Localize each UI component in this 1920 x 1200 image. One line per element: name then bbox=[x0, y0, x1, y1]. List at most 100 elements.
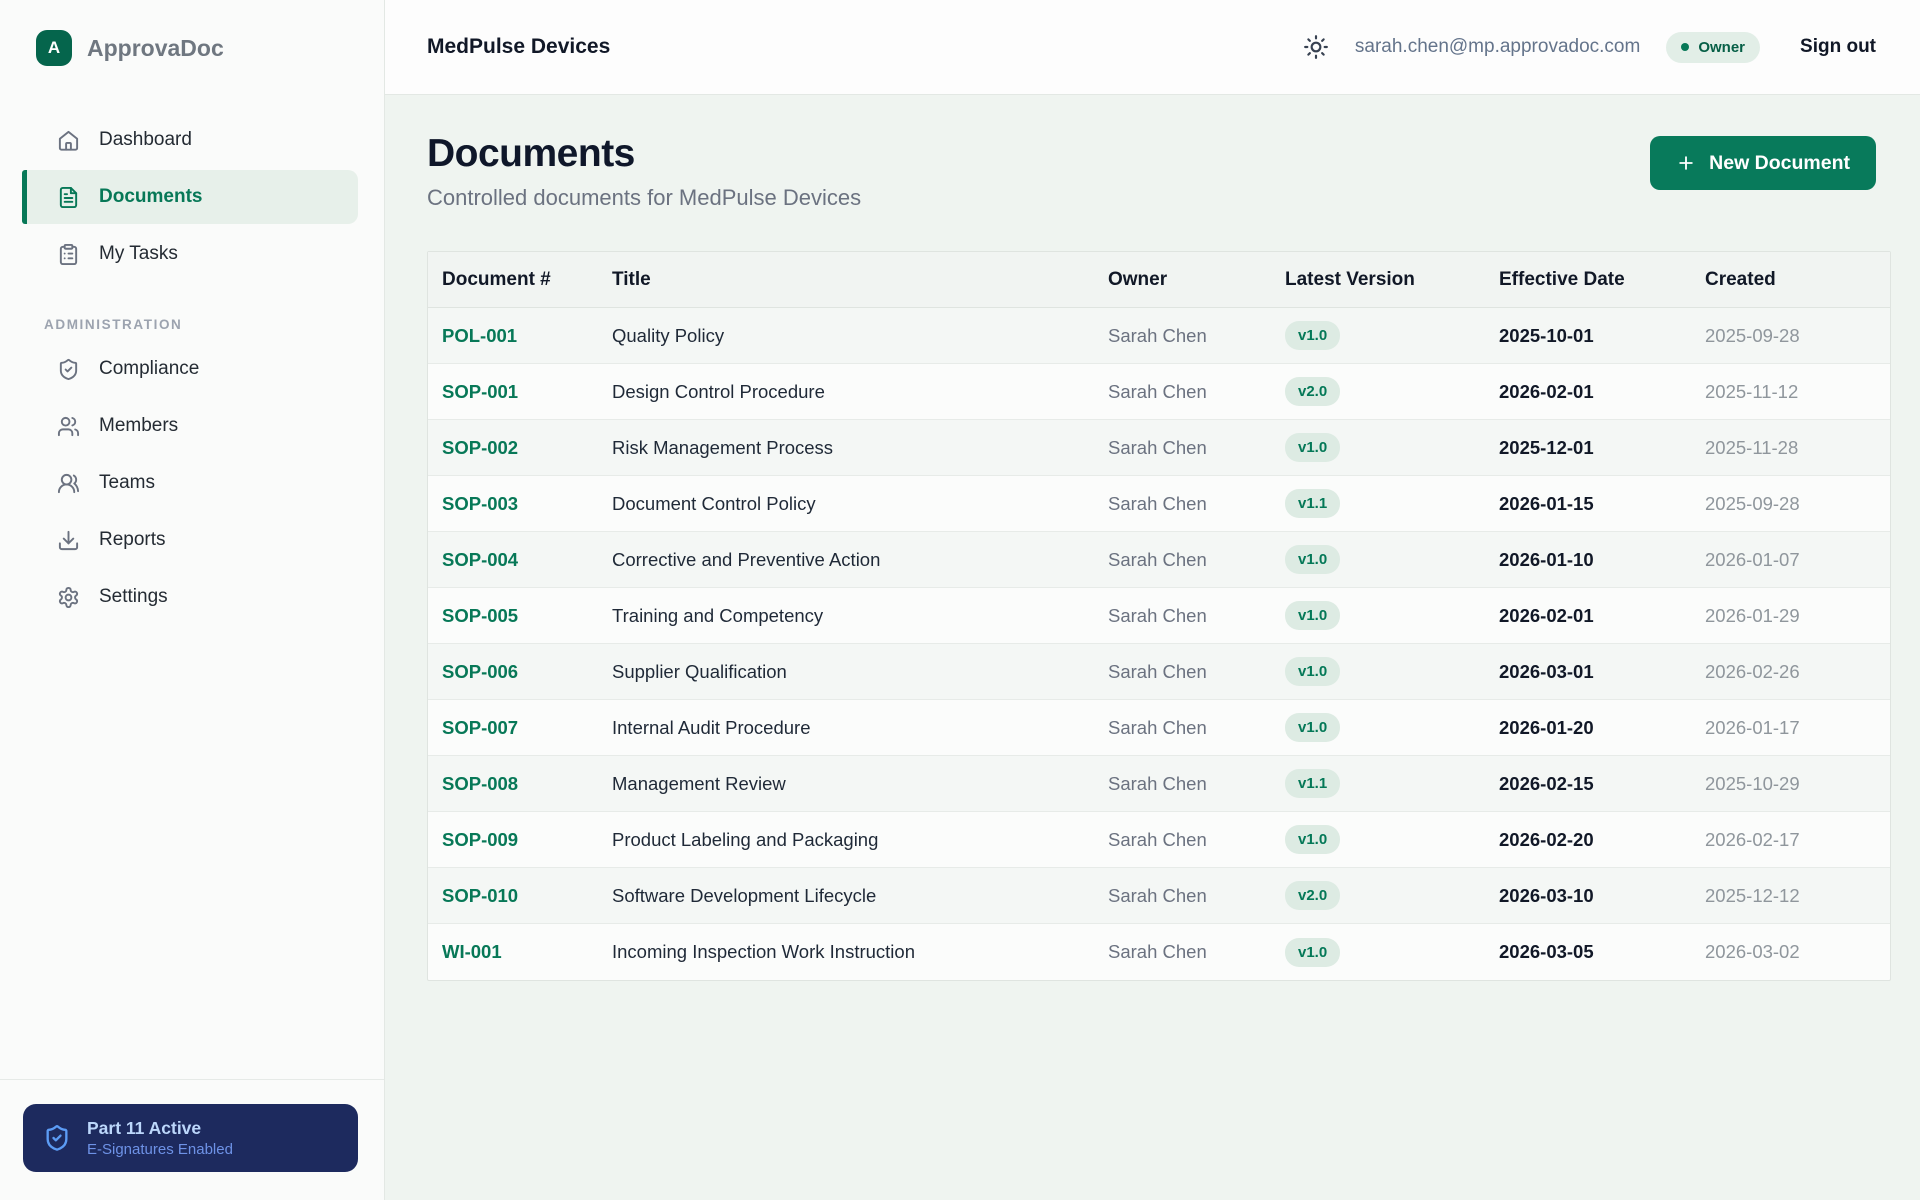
created-date: 2026-02-26 bbox=[1705, 661, 1878, 683]
part11-subtitle: E-Signatures Enabled bbox=[87, 1140, 233, 1160]
sidebar-item-dashboard[interactable]: Dashboard bbox=[22, 113, 358, 167]
document-number-link[interactable]: SOP-008 bbox=[428, 773, 612, 795]
role-badge: Owner bbox=[1666, 32, 1760, 63]
clipboard-icon bbox=[57, 243, 80, 266]
created-date: 2025-09-28 bbox=[1705, 325, 1878, 347]
document-owner: Sarah Chen bbox=[1108, 549, 1285, 571]
document-number-link[interactable]: POL-001 bbox=[428, 325, 612, 347]
table-row[interactable]: SOP-007 Internal Audit Procedure Sarah C… bbox=[428, 700, 1890, 756]
column-header-effective-date: Effective Date bbox=[1499, 269, 1705, 291]
table-row[interactable]: WI-001 Incoming Inspection Work Instruct… bbox=[428, 924, 1890, 980]
column-header-latest-version: Latest Version bbox=[1285, 269, 1499, 291]
sidebar-item-documents[interactable]: Documents bbox=[22, 170, 358, 224]
app-window: A ApprovaDoc Dashboard Documents My bbox=[0, 0, 1920, 1200]
effective-date: 2026-01-15 bbox=[1499, 493, 1705, 515]
table-row[interactable]: SOP-010 Software Development Lifecycle S… bbox=[428, 868, 1890, 924]
document-owner: Sarah Chen bbox=[1108, 605, 1285, 627]
sidebar-item-my-tasks[interactable]: My Tasks bbox=[22, 227, 358, 281]
effective-date: 2026-02-15 bbox=[1499, 773, 1705, 795]
table-row[interactable]: SOP-002 Risk Management Process Sarah Ch… bbox=[428, 420, 1890, 476]
topbar: MedPulse Devices sarah.chen@mp.approvado… bbox=[385, 0, 1920, 95]
document-title: Management Review bbox=[612, 773, 1108, 795]
role-dot-icon bbox=[1681, 43, 1689, 51]
theme-toggle-sun-icon[interactable] bbox=[1303, 34, 1329, 60]
page-title: Documents bbox=[427, 132, 861, 176]
table-row[interactable]: SOP-003 Document Control Policy Sarah Ch… bbox=[428, 476, 1890, 532]
role-badge-label: Owner bbox=[1698, 39, 1745, 56]
sidebar-nav: Dashboard Documents My Tasks ADMINISTRAT… bbox=[0, 92, 384, 627]
new-document-button[interactable]: New Document bbox=[1650, 136, 1876, 190]
effective-date: 2026-02-20 bbox=[1499, 829, 1705, 851]
column-header-created: Created bbox=[1705, 269, 1878, 291]
table-row[interactable]: SOP-006 Supplier Qualification Sarah Che… bbox=[428, 644, 1890, 700]
created-date: 2026-01-17 bbox=[1705, 717, 1878, 739]
document-owner: Sarah Chen bbox=[1108, 661, 1285, 683]
sidebar-item-label: Compliance bbox=[99, 358, 199, 380]
document-owner: Sarah Chen bbox=[1108, 941, 1285, 963]
table-row[interactable]: SOP-004 Corrective and Preventive Action… bbox=[428, 532, 1890, 588]
shield-check-icon bbox=[43, 1124, 71, 1152]
document-owner: Sarah Chen bbox=[1108, 717, 1285, 739]
sidebar-item-reports[interactable]: Reports bbox=[22, 513, 358, 567]
part11-status-badge: Part 11 Active E-Signatures Enabled bbox=[23, 1104, 358, 1172]
created-date: 2026-03-02 bbox=[1705, 941, 1878, 963]
column-header-owner: Owner bbox=[1108, 269, 1285, 291]
document-number-link[interactable]: SOP-009 bbox=[428, 829, 612, 851]
document-number-link[interactable]: SOP-003 bbox=[428, 493, 612, 515]
created-date: 2025-12-12 bbox=[1705, 885, 1878, 907]
document-number-link[interactable]: SOP-002 bbox=[428, 437, 612, 459]
sidebar: A ApprovaDoc Dashboard Documents My bbox=[0, 0, 385, 1200]
table-row[interactable]: SOP-001 Design Control Procedure Sarah C… bbox=[428, 364, 1890, 420]
document-owner: Sarah Chen bbox=[1108, 381, 1285, 403]
brand-name: ApprovaDoc bbox=[87, 35, 224, 62]
version-badge: v1.0 bbox=[1285, 825, 1340, 854]
brand-logo: A ApprovaDoc bbox=[0, 0, 384, 92]
document-number-link[interactable]: SOP-010 bbox=[428, 885, 612, 907]
table-row[interactable]: SOP-008 Management Review Sarah Chen v1.… bbox=[428, 756, 1890, 812]
sidebar-item-settings[interactable]: Settings bbox=[22, 570, 358, 624]
page-subtitle: Controlled documents for MedPulse Device… bbox=[427, 185, 861, 211]
created-date: 2026-01-07 bbox=[1705, 549, 1878, 571]
sidebar-section-administration: ADMINISTRATION bbox=[44, 317, 384, 332]
version-badge: v1.0 bbox=[1285, 545, 1340, 574]
version-badge: v1.0 bbox=[1285, 433, 1340, 462]
created-date: 2025-11-28 bbox=[1705, 437, 1878, 459]
sidebar-item-compliance[interactable]: Compliance bbox=[22, 342, 358, 396]
version-badge: v1.0 bbox=[1285, 321, 1340, 350]
document-number-link[interactable]: SOP-001 bbox=[428, 381, 612, 403]
sign-out-button[interactable]: Sign out bbox=[1800, 36, 1876, 58]
document-title: Incoming Inspection Work Instruction bbox=[612, 941, 1108, 963]
document-title: Supplier Qualification bbox=[612, 661, 1108, 683]
document-title: Corrective and Preventive Action bbox=[612, 549, 1108, 571]
version-badge: v1.1 bbox=[1285, 769, 1340, 798]
user-email: sarah.chen@mp.approvadoc.com bbox=[1355, 36, 1640, 58]
document-number-link[interactable]: SOP-004 bbox=[428, 549, 612, 571]
sidebar-item-label: Dashboard bbox=[99, 129, 192, 151]
table-row[interactable]: POL-001 Quality Policy Sarah Chen v1.0 2… bbox=[428, 308, 1890, 364]
version-badge: v1.1 bbox=[1285, 489, 1340, 518]
sidebar-item-label: Documents bbox=[99, 186, 202, 208]
table-body: POL-001 Quality Policy Sarah Chen v1.0 2… bbox=[428, 308, 1890, 980]
created-date: 2026-02-17 bbox=[1705, 829, 1878, 851]
sidebar-item-teams[interactable]: Teams bbox=[22, 456, 358, 510]
document-owner: Sarah Chen bbox=[1108, 493, 1285, 515]
sidebar-item-label: Teams bbox=[99, 472, 155, 494]
gear-icon bbox=[57, 586, 80, 609]
table-row[interactable]: SOP-009 Product Labeling and Packaging S… bbox=[428, 812, 1890, 868]
new-document-label: New Document bbox=[1709, 152, 1850, 175]
document-title: Software Development Lifecycle bbox=[612, 885, 1108, 907]
column-header-title: Title bbox=[612, 269, 1108, 291]
document-number-link[interactable]: WI-001 bbox=[428, 941, 612, 963]
table-row[interactable]: SOP-005 Training and Competency Sarah Ch… bbox=[428, 588, 1890, 644]
effective-date: 2026-01-20 bbox=[1499, 717, 1705, 739]
effective-date: 2025-10-01 bbox=[1499, 325, 1705, 347]
document-number-link[interactable]: SOP-007 bbox=[428, 717, 612, 739]
document-number-link[interactable]: SOP-006 bbox=[428, 661, 612, 683]
documents-table: Document # Title Owner Latest Version Ef… bbox=[427, 251, 1891, 981]
page-content: Documents Controlled documents for MedPu… bbox=[385, 95, 1920, 1200]
version-badge: v1.0 bbox=[1285, 601, 1340, 630]
document-number-link[interactable]: SOP-005 bbox=[428, 605, 612, 627]
brand-logo-icon: A bbox=[36, 30, 72, 66]
document-title: Quality Policy bbox=[612, 325, 1108, 347]
sidebar-item-members[interactable]: Members bbox=[22, 399, 358, 453]
